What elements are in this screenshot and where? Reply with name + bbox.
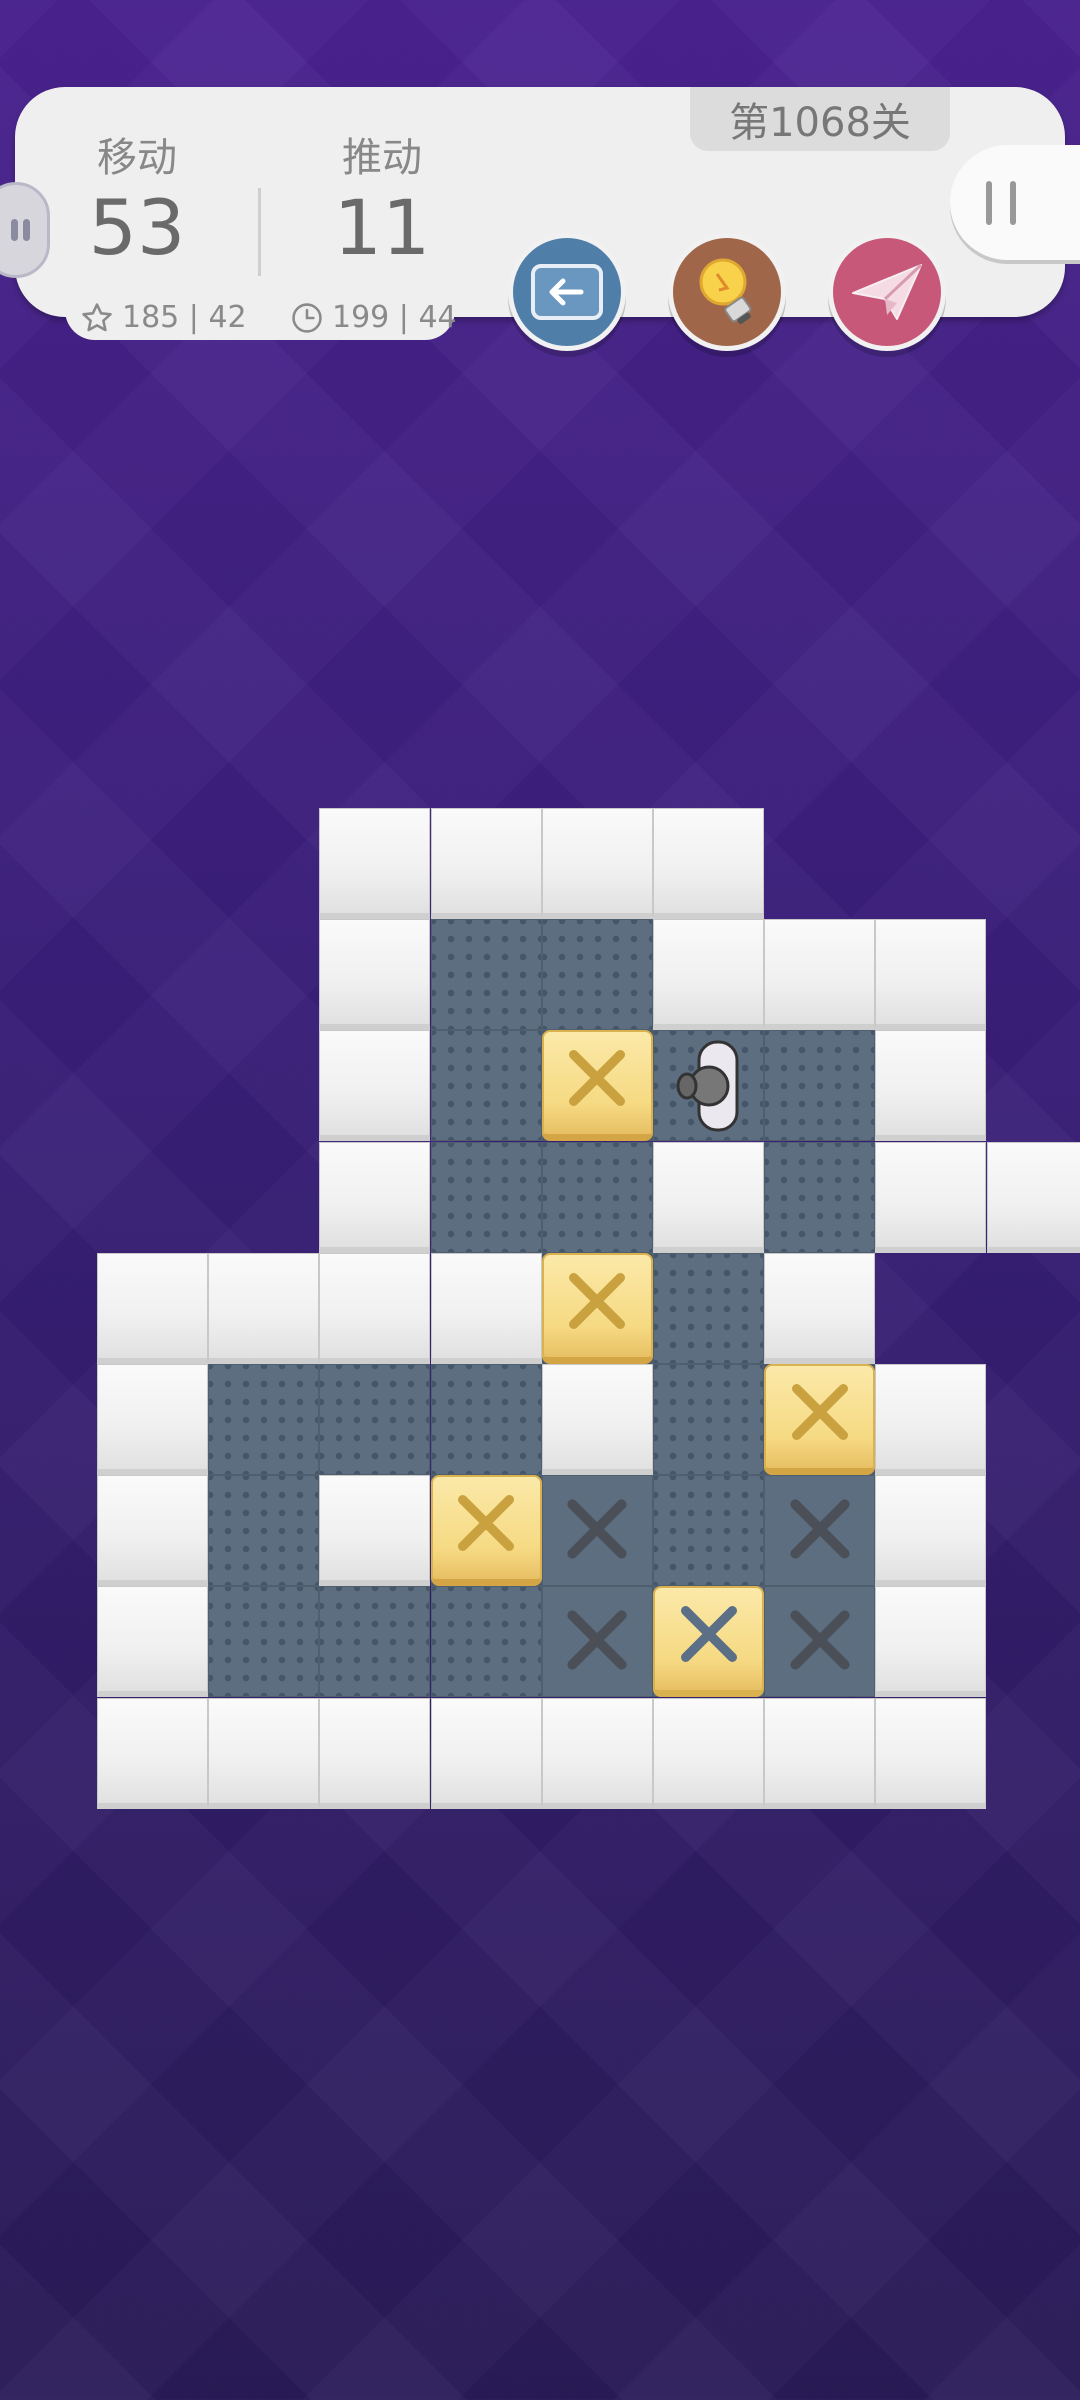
floor-tile[interactable] (653, 1364, 764, 1475)
wall-tile (764, 1252, 876, 1364)
best-time-record: 199 | 44 (290, 300, 457, 335)
share-button[interactable] (828, 233, 946, 351)
floor-tile[interactable] (653, 1252, 764, 1364)
box[interactable] (541, 1252, 653, 1364)
goal-marker-icon (783, 1492, 857, 1570)
wall-tile (653, 919, 764, 1031)
pushes-label: 推动 (342, 135, 422, 181)
wall-tile (319, 1697, 431, 1809)
hint-button[interactable] (668, 233, 786, 351)
goal-marker-icon (560, 1492, 634, 1570)
wall-tile (875, 1364, 987, 1475)
floor-tile[interactable] (430, 1586, 542, 1698)
box-cross-icon (785, 1377, 855, 1451)
floor-tile[interactable] (208, 1475, 320, 1587)
wall-tile (208, 1252, 320, 1364)
floor-tile[interactable] (430, 919, 542, 1031)
wall-tile (319, 1030, 431, 1142)
wall-tile (430, 1252, 542, 1364)
box-cross-icon (562, 1266, 632, 1340)
best-moves-value: 185 | 42 (122, 300, 247, 335)
wall-tile (97, 1475, 208, 1587)
wall-tile (653, 1141, 764, 1253)
floor-tile[interactable] (319, 1364, 431, 1475)
floor-tile[interactable] (653, 1475, 764, 1587)
wall-tile (430, 808, 542, 919)
wall-tile (541, 1697, 653, 1809)
back-arrow-icon (531, 264, 603, 320)
paper-plane-icon (852, 263, 923, 320)
box[interactable] (430, 1475, 542, 1587)
best-moves-record: 185 | 42 (80, 300, 247, 335)
wall-tile (208, 1697, 320, 1809)
wall-tile (653, 808, 764, 919)
wall-tile (875, 1475, 987, 1587)
wall-tile (875, 1030, 987, 1142)
wall-tile (97, 1697, 208, 1809)
goal-tile[interactable] (764, 1475, 876, 1587)
floor-tile[interactable] (541, 1141, 653, 1253)
wall-tile (764, 1697, 876, 1809)
pause-icon (986, 181, 992, 225)
goal-tile[interactable] (541, 1586, 653, 1698)
floor-tile[interactable] (208, 1586, 320, 1698)
wall-tile (319, 1475, 431, 1587)
best-time-value: 199 | 44 (332, 300, 457, 335)
box-cross-icon (562, 1043, 632, 1117)
wall-tile (764, 919, 876, 1031)
box-cross-icon (674, 1599, 744, 1673)
floor-tile[interactable] (430, 1141, 542, 1253)
box-cross-icon (451, 1488, 521, 1562)
pushes-count: 11 (333, 183, 431, 272)
wall-tile (97, 1364, 208, 1475)
wall-tile (875, 1697, 987, 1809)
wall-tile (430, 1697, 542, 1809)
goal-marker-icon (783, 1603, 857, 1681)
wall-tile (319, 1141, 431, 1253)
star-icon (82, 302, 112, 331)
wall-tile (541, 808, 653, 919)
floor-tile[interactable] (764, 1030, 876, 1142)
lightbulb-icon (699, 258, 752, 325)
undo-button[interactable] (508, 233, 626, 351)
wall-tile (97, 1586, 208, 1698)
wall-tile (319, 808, 431, 919)
floor-tile[interactable] (319, 1586, 431, 1698)
wall-tile (875, 1586, 987, 1698)
floor-tile[interactable] (208, 1364, 320, 1475)
moves-label: 移动 (97, 135, 177, 181)
box[interactable] (764, 1364, 876, 1475)
wall-tile (319, 1252, 431, 1364)
box-on-goal[interactable] (653, 1586, 764, 1698)
box[interactable] (541, 1030, 653, 1142)
floor-tile[interactable] (430, 1030, 542, 1142)
floor-tile[interactable] (541, 919, 653, 1031)
wall-tile (875, 919, 987, 1031)
wall-tile (986, 1141, 1080, 1253)
level-title: 第1068关 (690, 87, 950, 151)
wall-tile (875, 1141, 987, 1253)
moves-count: 53 (88, 183, 186, 272)
wall-tile (541, 1364, 653, 1475)
floor-tile[interactable] (430, 1364, 542, 1475)
floor-tile[interactable] (764, 1141, 876, 1253)
pause-button[interactable] (950, 145, 1080, 260)
wall-tile (319, 919, 431, 1031)
goal-marker-icon (560, 1603, 634, 1681)
player-character[interactable] (663, 1038, 755, 1138)
clock-icon (292, 302, 322, 333)
pause-icon-bar (1010, 181, 1016, 225)
wall-tile (653, 1697, 764, 1809)
goal-tile[interactable] (764, 1586, 876, 1698)
wall-tile (97, 1252, 208, 1364)
stats-divider (258, 188, 261, 276)
goal-tile[interactable] (541, 1475, 653, 1587)
